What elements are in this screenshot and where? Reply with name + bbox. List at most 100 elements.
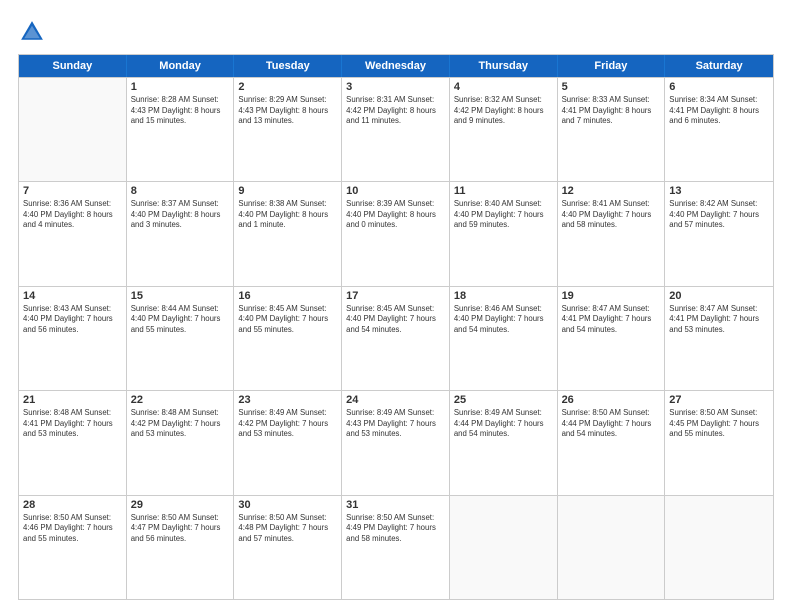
- cell-info: Sunrise: 8:32 AM Sunset: 4:42 PM Dayligh…: [454, 95, 553, 127]
- logo: [18, 18, 50, 46]
- calendar-cell: 20 Sunrise: 8:47 AM Sunset: 4:41 PM Dayli…: [665, 287, 773, 390]
- calendar-cell: 12 Sunrise: 8:41 AM Sunset: 4:40 PM Dayli…: [558, 182, 666, 285]
- calendar-cell: 24Sunrise: 8:49 AM Sunset: 4:43 PM Dayli…: [342, 391, 450, 494]
- calendar-cell: 19 Sunrise: 8:47 AM Sunset: 4:41 PM Dayli…: [558, 287, 666, 390]
- page: SundayMondayTuesdayWednesdayThursdayFrid…: [0, 0, 792, 612]
- calendar-cell: 28 Sunrise: 8:50 AM Sunset: 4:46 PM Dayli…: [19, 496, 127, 599]
- day-number: 12: [562, 185, 661, 197]
- cell-info: Sunrise: 8:50 AM Sunset: 4:44 PM Dayligh…: [562, 408, 661, 440]
- day-number: 30: [238, 499, 337, 511]
- cell-info: Sunrise: 8:40 AM Sunset: 4:40 PM Dayligh…: [454, 199, 553, 231]
- day-number: 24: [346, 394, 445, 406]
- calendar-cell: [19, 78, 127, 181]
- day-number: 23: [238, 394, 337, 406]
- calendar: SundayMondayTuesdayWednesdayThursdayFrid…: [18, 54, 774, 600]
- cell-info: Sunrise: 8:47 AM Sunset: 4:41 PM Dayligh…: [669, 304, 769, 336]
- calendar-cell: 22 Sunrise: 8:48 AM Sunset: 4:42 PM Dayli…: [127, 391, 235, 494]
- day-number: 17: [346, 290, 445, 302]
- logo-icon: [18, 18, 46, 46]
- day-number: 7: [23, 185, 122, 197]
- day-number: 29: [131, 499, 230, 511]
- cell-info: Sunrise: 8:33 AM Sunset: 4:41 PM Dayligh…: [562, 95, 661, 127]
- day-number: 21: [23, 394, 122, 406]
- cell-info: Sunrise: 8:43 AM Sunset: 4:40 PM Dayligh…: [23, 304, 122, 336]
- cell-info: Sunrise: 8:48 AM Sunset: 4:42 PM Dayligh…: [131, 408, 230, 440]
- day-number: 9: [238, 185, 337, 197]
- cell-info: Sunrise: 8:49 AM Sunset: 4:44 PM Dayligh…: [454, 408, 553, 440]
- calendar-cell: 23Sunrise: 8:49 AM Sunset: 4:42 PM Dayli…: [234, 391, 342, 494]
- header-day-tuesday: Tuesday: [234, 55, 342, 77]
- cell-info: Sunrise: 8:50 AM Sunset: 4:45 PM Dayligh…: [669, 408, 769, 440]
- calendar-cell: 26 Sunrise: 8:50 AM Sunset: 4:44 PM Dayli…: [558, 391, 666, 494]
- day-number: 4: [454, 81, 553, 93]
- day-number: 27: [669, 394, 769, 406]
- calendar-cell: 4 Sunrise: 8:32 AM Sunset: 4:42 PM Daylig…: [450, 78, 558, 181]
- calendar-cell: 31 Sunrise: 8:50 AM Sunset: 4:49 PM Dayli…: [342, 496, 450, 599]
- day-number: 19: [562, 290, 661, 302]
- day-number: 6: [669, 81, 769, 93]
- cell-info: Sunrise: 8:50 AM Sunset: 4:46 PM Dayligh…: [23, 513, 122, 545]
- cell-info: Sunrise: 8:36 AM Sunset: 4:40 PM Dayligh…: [23, 199, 122, 231]
- day-number: 18: [454, 290, 553, 302]
- day-number: 31: [346, 499, 445, 511]
- calendar-row-1: 7 Sunrise: 8:36 AM Sunset: 4:40 PM Daylig…: [19, 181, 773, 285]
- header-day-sunday: Sunday: [19, 55, 127, 77]
- cell-info: Sunrise: 8:50 AM Sunset: 4:48 PM Dayligh…: [238, 513, 337, 545]
- calendar-cell: 18 Sunrise: 8:46 AM Sunset: 4:40 PM Dayli…: [450, 287, 558, 390]
- calendar-row-0: 1 Sunrise: 8:28 AM Sunset: 4:43 PM Daylig…: [19, 77, 773, 181]
- cell-info: Sunrise: 8:41 AM Sunset: 4:40 PM Dayligh…: [562, 199, 661, 231]
- cell-info: Sunrise: 8:47 AM Sunset: 4:41 PM Dayligh…: [562, 304, 661, 336]
- header-day-friday: Friday: [558, 55, 666, 77]
- calendar-cell: 17Sunrise: 8:45 AM Sunset: 4:40 PM Dayli…: [342, 287, 450, 390]
- calendar-row-2: 14 Sunrise: 8:43 AM Sunset: 4:40 PM Dayli…: [19, 286, 773, 390]
- calendar-cell: 29Sunrise: 8:50 AM Sunset: 4:47 PM Dayli…: [127, 496, 235, 599]
- calendar-header: SundayMondayTuesdayWednesdayThursdayFrid…: [19, 55, 773, 77]
- calendar-cell: 14 Sunrise: 8:43 AM Sunset: 4:40 PM Dayli…: [19, 287, 127, 390]
- cell-info: Sunrise: 8:45 AM Sunset: 4:40 PM Dayligh…: [238, 304, 337, 336]
- day-number: 13: [669, 185, 769, 197]
- calendar-cell: 16 Sunrise: 8:45 AM Sunset: 4:40 PM Dayli…: [234, 287, 342, 390]
- day-number: 22: [131, 394, 230, 406]
- calendar-cell: 2Sunrise: 8:29 AM Sunset: 4:43 PM Daylig…: [234, 78, 342, 181]
- calendar-cell: 9 Sunrise: 8:38 AM Sunset: 4:40 PM Daylig…: [234, 182, 342, 285]
- calendar-body: 1 Sunrise: 8:28 AM Sunset: 4:43 PM Daylig…: [19, 77, 773, 599]
- calendar-cell: 3Sunrise: 8:31 AM Sunset: 4:42 PM Daylig…: [342, 78, 450, 181]
- calendar-cell: 13 Sunrise: 8:42 AM Sunset: 4:40 PM Dayli…: [665, 182, 773, 285]
- cell-info: Sunrise: 8:42 AM Sunset: 4:40 PM Dayligh…: [669, 199, 769, 231]
- calendar-cell: [558, 496, 666, 599]
- day-number: 8: [131, 185, 230, 197]
- calendar-cell: 21 Sunrise: 8:48 AM Sunset: 4:41 PM Dayli…: [19, 391, 127, 494]
- calendar-cell: 30 Sunrise: 8:50 AM Sunset: 4:48 PM Dayli…: [234, 496, 342, 599]
- calendar-cell: 1 Sunrise: 8:28 AM Sunset: 4:43 PM Daylig…: [127, 78, 235, 181]
- day-number: 10: [346, 185, 445, 197]
- calendar-cell: 5 Sunrise: 8:33 AM Sunset: 4:41 PM Daylig…: [558, 78, 666, 181]
- calendar-cell: 8Sunrise: 8:37 AM Sunset: 4:40 PM Daylig…: [127, 182, 235, 285]
- calendar-cell: [665, 496, 773, 599]
- day-number: 15: [131, 290, 230, 302]
- cell-info: Sunrise: 8:44 AM Sunset: 4:40 PM Dayligh…: [131, 304, 230, 336]
- cell-info: Sunrise: 8:48 AM Sunset: 4:41 PM Dayligh…: [23, 408, 122, 440]
- day-number: 16: [238, 290, 337, 302]
- cell-info: Sunrise: 8:38 AM Sunset: 4:40 PM Dayligh…: [238, 199, 337, 231]
- calendar-cell: 6 Sunrise: 8:34 AM Sunset: 4:41 PM Daylig…: [665, 78, 773, 181]
- day-number: 25: [454, 394, 553, 406]
- day-number: 20: [669, 290, 769, 302]
- day-number: 28: [23, 499, 122, 511]
- cell-info: Sunrise: 8:50 AM Sunset: 4:49 PM Dayligh…: [346, 513, 445, 545]
- cell-info: Sunrise: 8:28 AM Sunset: 4:43 PM Dayligh…: [131, 95, 230, 127]
- day-number: 14: [23, 290, 122, 302]
- calendar-cell: [450, 496, 558, 599]
- header-day-monday: Monday: [127, 55, 235, 77]
- cell-info: Sunrise: 8:46 AM Sunset: 4:40 PM Dayligh…: [454, 304, 553, 336]
- calendar-row-4: 28 Sunrise: 8:50 AM Sunset: 4:46 PM Dayli…: [19, 495, 773, 599]
- day-number: 1: [131, 81, 230, 93]
- calendar-cell: 25 Sunrise: 8:49 AM Sunset: 4:44 PM Dayli…: [450, 391, 558, 494]
- day-number: 11: [454, 185, 553, 197]
- day-number: 3: [346, 81, 445, 93]
- calendar-row-3: 21 Sunrise: 8:48 AM Sunset: 4:41 PM Dayli…: [19, 390, 773, 494]
- header-day-thursday: Thursday: [450, 55, 558, 77]
- day-number: 5: [562, 81, 661, 93]
- cell-info: Sunrise: 8:34 AM Sunset: 4:41 PM Dayligh…: [669, 95, 769, 127]
- day-number: 26: [562, 394, 661, 406]
- calendar-cell: 7 Sunrise: 8:36 AM Sunset: 4:40 PM Daylig…: [19, 182, 127, 285]
